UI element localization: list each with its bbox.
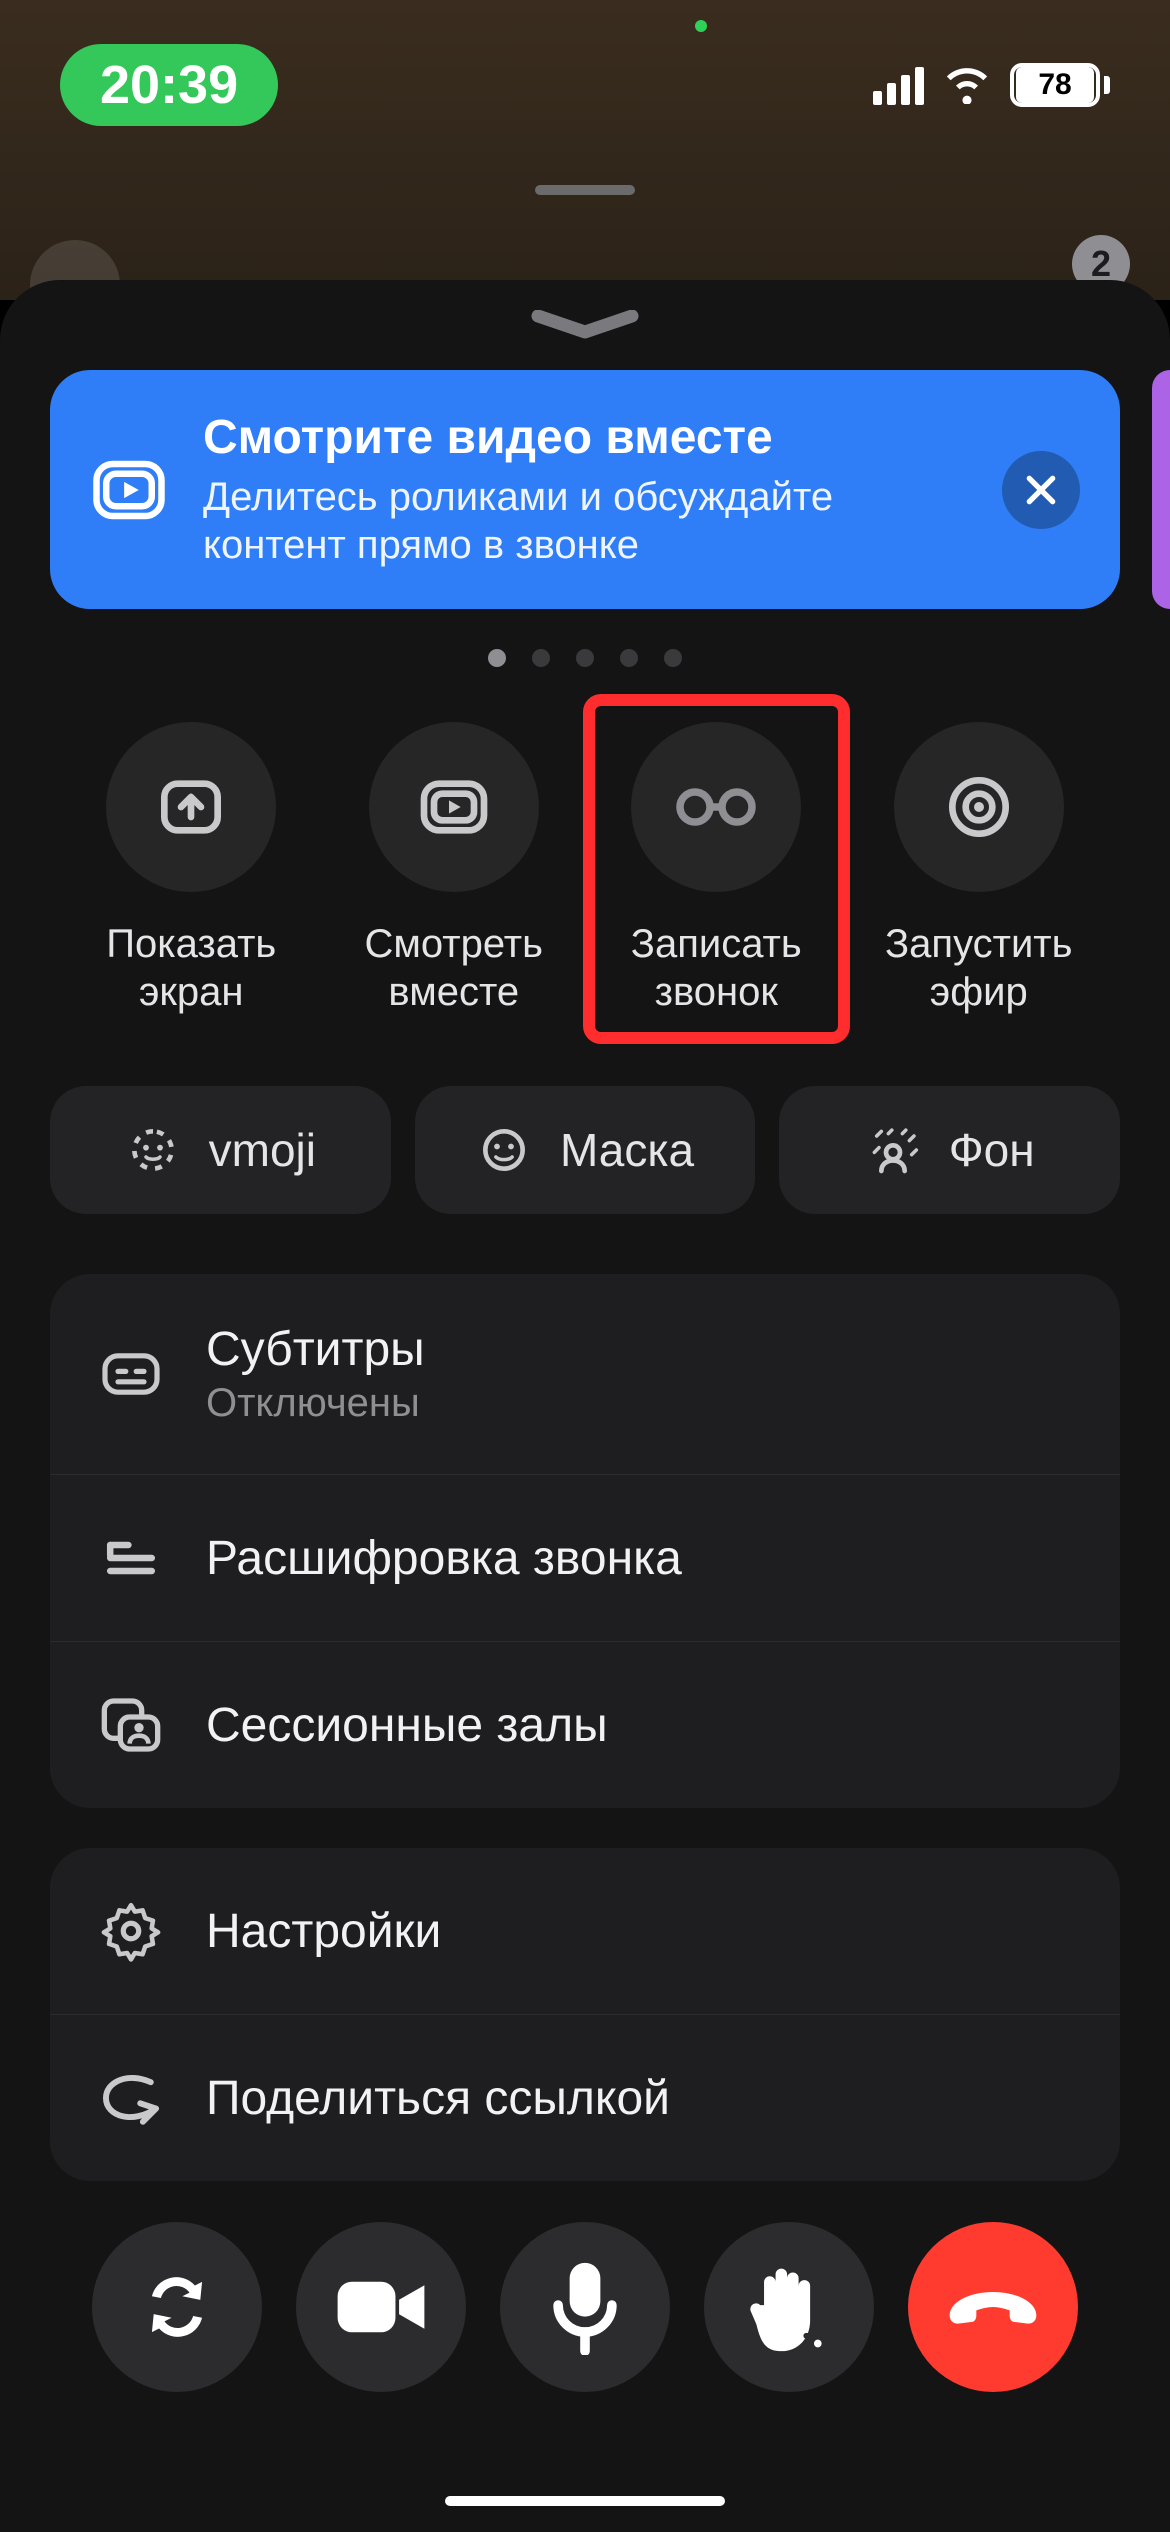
banner-subtitle: Делитесь роликами и обсуждайте контент п… [203, 473, 967, 569]
close-icon [1021, 470, 1061, 510]
cellular-icon [873, 65, 924, 105]
carousel-dots [0, 649, 1170, 667]
row-subtitle: Отключены [206, 1381, 1074, 1426]
transcript-icon [96, 1523, 166, 1593]
promo-banner-watch-together[interactable]: Смотрите видео вместе Делитесь роликами … [50, 370, 1120, 609]
carousel-dot[interactable] [620, 649, 638, 667]
row-subtitles[interactable]: Субтитры Отключены [50, 1274, 1120, 1474]
drag-handle-icon[interactable] [535, 185, 635, 195]
battery-text: 78 [1016, 67, 1094, 103]
row-title: Настройки [206, 1904, 1074, 1959]
end-call-button[interactable] [908, 2222, 1078, 2392]
wifi-icon [942, 66, 992, 104]
banner-close-button[interactable] [1002, 451, 1080, 529]
chip-label: vmoji [209, 1123, 316, 1177]
video-icon [334, 2272, 428, 2342]
chip-vmoji[interactable]: vmoji [50, 1086, 391, 1214]
row-title: Субтитры [206, 1322, 1074, 1377]
breakout-rooms-icon [96, 1690, 166, 1760]
row-settings[interactable]: Настройки [50, 1848, 1120, 2014]
record-icon [671, 782, 761, 832]
row-title: Сессионные залы [206, 1698, 1074, 1753]
switch-camera-button[interactable] [92, 2222, 262, 2392]
collapse-chevron-icon[interactable] [530, 310, 640, 340]
action-label: Записать звонок [631, 920, 802, 1016]
row-share-link[interactable]: Поделиться ссылкой [50, 2014, 1120, 2181]
watch-together-icon [414, 767, 494, 847]
battery-indicator: 78 [1010, 63, 1110, 107]
subtitles-icon [96, 1339, 166, 1409]
share-icon [96, 2063, 166, 2133]
raise-hand-icon [744, 2259, 834, 2355]
broadcast-icon [939, 767, 1019, 847]
time-pill[interactable]: 20:39 [60, 44, 278, 126]
status-bar: 20:39 78 [0, 30, 1170, 140]
switch-camera-icon [134, 2264, 220, 2350]
background-effect-icon [865, 1122, 921, 1178]
action-record-call[interactable]: Записать звонок [595, 722, 838, 1016]
video-button[interactable] [296, 2222, 466, 2392]
chip-mask[interactable]: Маска [415, 1086, 756, 1214]
banner-title: Смотрите видео вместе [203, 410, 967, 465]
chip-background[interactable]: Фон [779, 1086, 1120, 1214]
promo-banner-next[interactable] [1152, 370, 1170, 609]
row-title: Расшифровка звонка [206, 1531, 1074, 1586]
carousel-dot[interactable] [488, 649, 506, 667]
gear-icon [96, 1896, 166, 1966]
row-title: Поделиться ссылкой [206, 2071, 1074, 2126]
hangup-icon [943, 2282, 1043, 2332]
menu-group-more: Настройки Поделиться ссылкой [50, 1848, 1120, 2181]
raise-hand-button[interactable] [704, 2222, 874, 2392]
bottom-sheet: Смотрите видео вместе Делитесь роликами … [0, 280, 1170, 2532]
action-watch-together[interactable]: Смотреть вместе [333, 722, 576, 1016]
home-indicator[interactable] [445, 2496, 725, 2506]
carousel-dot[interactable] [576, 649, 594, 667]
action-go-live[interactable]: Запустить эфир [858, 722, 1101, 1016]
carousel-dot[interactable] [532, 649, 550, 667]
mic-button[interactable] [500, 2222, 670, 2392]
row-transcript[interactable]: Расшифровка звонка [50, 1474, 1120, 1641]
vmoji-icon [125, 1122, 181, 1178]
action-label: Смотреть вместе [365, 920, 543, 1016]
row-breakout-rooms[interactable]: Сессионные залы [50, 1641, 1120, 1808]
carousel-dot[interactable] [664, 649, 682, 667]
video-play-icon [90, 451, 168, 529]
mic-icon [550, 2259, 620, 2355]
menu-group-features: Субтитры Отключены Расшифровка звонка Се… [50, 1274, 1120, 1808]
action-label: Показать экран [106, 920, 276, 1016]
action-label: Запустить эфир [885, 920, 1072, 1016]
share-screen-icon [151, 767, 231, 847]
mask-icon [476, 1122, 532, 1178]
chip-label: Маска [560, 1123, 694, 1177]
call-controls [0, 2222, 1170, 2392]
action-share-screen[interactable]: Показать экран [70, 722, 313, 1016]
chip-label: Фон [949, 1123, 1035, 1177]
